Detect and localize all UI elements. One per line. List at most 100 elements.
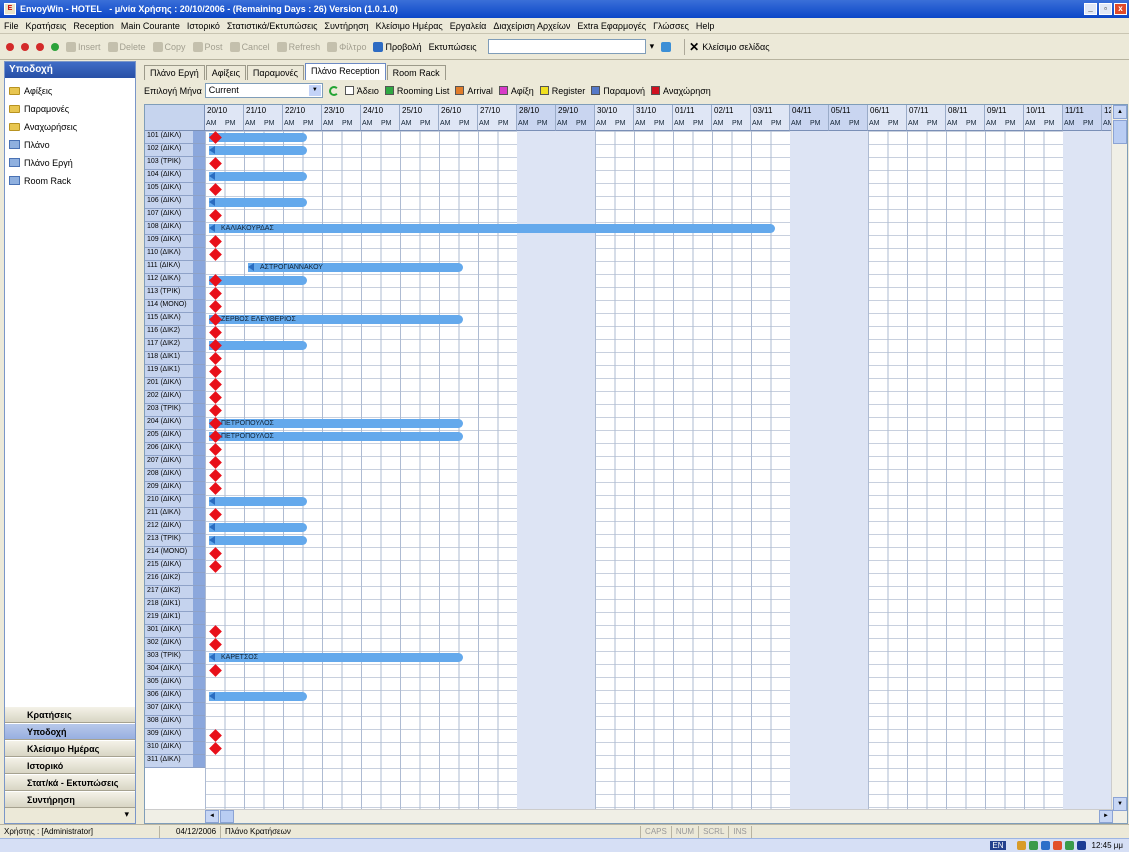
departure-marker[interactable] [209, 287, 222, 300]
legend-item-4[interactable]: Register [539, 86, 585, 96]
menu-item-0[interactable]: File [4, 21, 19, 31]
update-icon[interactable] [1064, 841, 1074, 850]
room-label[interactable]: 212 (ΔΙΚΛ) [145, 521, 205, 534]
booking-bar[interactable] [209, 497, 307, 506]
departure-marker[interactable] [209, 456, 222, 469]
refresh-icon[interactable] [328, 85, 339, 96]
booking-bar[interactable]: ΠΕΤΡΟΠΟΥΛΟΣ [209, 419, 463, 428]
sidebar-item-0[interactable]: Αφίξεις [9, 84, 131, 97]
departure-marker[interactable] [209, 742, 222, 755]
booking-bar[interactable] [209, 523, 307, 532]
scroll-up-icon[interactable]: ▲ [1113, 105, 1127, 119]
room-label[interactable]: 304 (ΔΙΚΛ) [145, 664, 205, 677]
room-label[interactable]: 210 (ΔΙΚΛ) [145, 495, 205, 508]
delete-button[interactable]: Delete [107, 41, 146, 52]
security-icon[interactable] [1052, 841, 1062, 850]
departure-marker[interactable] [209, 209, 222, 222]
room-label[interactable]: 101 (ΔΙΚΛ) [145, 131, 205, 144]
minimize-button[interactable]: _ [1084, 3, 1097, 15]
departure-marker[interactable] [209, 508, 222, 521]
nav-prev-icon[interactable] [21, 42, 29, 51]
room-label[interactable]: 118 (ΔΙΚ1) [145, 352, 205, 365]
booking-bar[interactable]: ΑΣΤΡΟΓΙΑΝΝΑΚΟΥ [248, 263, 463, 272]
departure-marker[interactable] [209, 248, 222, 261]
departure-marker[interactable] [209, 365, 222, 378]
room-label[interactable]: 105 (ΔΙΚΛ) [145, 183, 205, 196]
print-select[interactable] [487, 39, 646, 54]
departure-marker[interactable] [209, 378, 222, 391]
nav-button-0[interactable]: Κρατήσεις [5, 706, 135, 723]
close-button[interactable]: x [1114, 3, 1127, 15]
insert-button[interactable]: Insert [66, 41, 101, 52]
app-tray-icon[interactable] [1076, 841, 1086, 850]
menu-item-6[interactable]: Συντήρηση [324, 21, 368, 31]
room-label[interactable]: 117 (ΔΙΚ2) [145, 339, 205, 352]
menu-item-10[interactable]: Extra Εφαρμογές [577, 21, 646, 31]
booking-bar[interactable] [209, 133, 307, 142]
departure-marker[interactable] [209, 300, 222, 313]
departure-marker[interactable] [209, 326, 222, 339]
room-label[interactable]: 205 (ΔΙΚΛ) [145, 430, 205, 443]
room-label[interactable]: 215 (ΔΙΚΛ) [145, 560, 205, 573]
horizontal-scrollbar[interactable]: ◄ ► [145, 809, 1113, 823]
printer-icon[interactable] [661, 41, 673, 52]
departure-marker[interactable] [209, 235, 222, 248]
room-label[interactable]: 213 (ΤΡΙΚ) [145, 534, 205, 547]
room-label[interactable]: 218 (ΔΙΚ1) [145, 599, 205, 612]
nav-button-1[interactable]: Υποδοχή [5, 723, 135, 740]
room-label[interactable]: 306 (ΔΙΚΛ) [145, 690, 205, 703]
room-label[interactable]: 302 (ΔΙΚΛ) [145, 638, 205, 651]
vertical-scrollbar[interactable]: ▲ ▼ [1111, 105, 1127, 823]
cancel-button[interactable]: Cancel [229, 41, 270, 52]
preview-button[interactable]: Προβολή [373, 41, 422, 52]
room-label[interactable]: 217 (ΔΙΚ2) [145, 586, 205, 599]
room-label[interactable]: 214 (ΜΟΝΟ) [145, 547, 205, 560]
sidebar-item-1[interactable]: Παραμονές [9, 102, 131, 115]
departure-marker[interactable] [209, 391, 222, 404]
post-button[interactable]: Post [192, 41, 223, 52]
sidebar-item-2[interactable]: Αναχωρήσεις [9, 120, 131, 133]
booking-bar[interactable] [209, 276, 307, 285]
room-label[interactable]: 208 (ΔΙΚΛ) [145, 469, 205, 482]
legend-item-0[interactable]: Άδειο [344, 86, 379, 96]
sidebar-item-3[interactable]: Πλάνο [9, 138, 131, 151]
room-label[interactable]: 301 (ΔΙΚΛ) [145, 625, 205, 638]
reception-plan-grid[interactable]: 20/10 AM PM 21/10 AM PM 22/10 AM PM 23/10 AM PM 24/1… [144, 104, 1128, 824]
room-label[interactable]: 103 (ΤΡΙΚ) [145, 157, 205, 170]
room-label[interactable]: 209 (ΔΙΚΛ) [145, 482, 205, 495]
nav-first-icon[interactable] [6, 42, 14, 51]
room-label[interactable]: 113 (ΤΡΙΚ) [145, 287, 205, 300]
room-label[interactable]: 303 (ΤΡΙΚ) [145, 651, 205, 664]
maximize-button[interactable]: ▫ [1099, 3, 1112, 15]
booking-bar[interactable]: ΖΕΡΒΟΣ ΕΛΕΥΘΕΡΙΟΣ [209, 315, 463, 324]
room-label[interactable]: 207 (ΔΙΚΛ) [145, 456, 205, 469]
departure-marker[interactable] [209, 560, 222, 573]
room-label[interactable]: 104 (ΔΙΚΛ) [145, 170, 205, 183]
sidebar-item-5[interactable]: Room Rack [9, 174, 131, 187]
room-label[interactable]: 110 (ΔΙΚΛ) [145, 248, 205, 261]
language-indicator[interactable]: EN [990, 841, 1006, 850]
nav-next-icon[interactable] [36, 42, 44, 51]
booking-bar[interactable] [209, 341, 307, 350]
room-label[interactable]: 111 (ΔΙΚΛ) [145, 261, 205, 274]
menu-item-8[interactable]: Εργαλεία [450, 21, 487, 31]
sidebar-item-4[interactable]: Πλάνο Εργή [9, 156, 131, 169]
room-label[interactable]: 202 (ΔΙΚΛ) [145, 391, 205, 404]
nav-button-4[interactable]: Στατ/κά - Εκτυπώσεις [5, 774, 135, 791]
booking-bar[interactable]: ΚΑΡΕΤΣΟΣ [209, 653, 463, 662]
network-icon[interactable] [1028, 841, 1038, 850]
room-label[interactable]: 109 (ΔΙΚΛ) [145, 235, 205, 248]
tab-3[interactable]: Πλάνο Reception [305, 63, 386, 80]
departure-marker[interactable] [209, 664, 222, 677]
departure-marker[interactable] [209, 443, 222, 456]
departure-marker[interactable] [209, 625, 222, 638]
month-select[interactable]: Current ▼ [204, 83, 323, 98]
nav-button-5[interactable]: Συντήρηση [5, 791, 135, 808]
booking-bar[interactable]: ΠΕΤΡΟΠΟΥΛΟΣ [209, 432, 463, 441]
menu-item-4[interactable]: Ιστορικό [187, 21, 220, 31]
departure-marker[interactable] [209, 729, 222, 742]
room-label[interactable]: 112 (ΔΙΚΛ) [145, 274, 205, 287]
print-dropdown-icon[interactable]: ▾ [650, 41, 655, 52]
refresh-button[interactable]: Refresh [276, 41, 320, 52]
departure-marker[interactable] [209, 404, 222, 417]
